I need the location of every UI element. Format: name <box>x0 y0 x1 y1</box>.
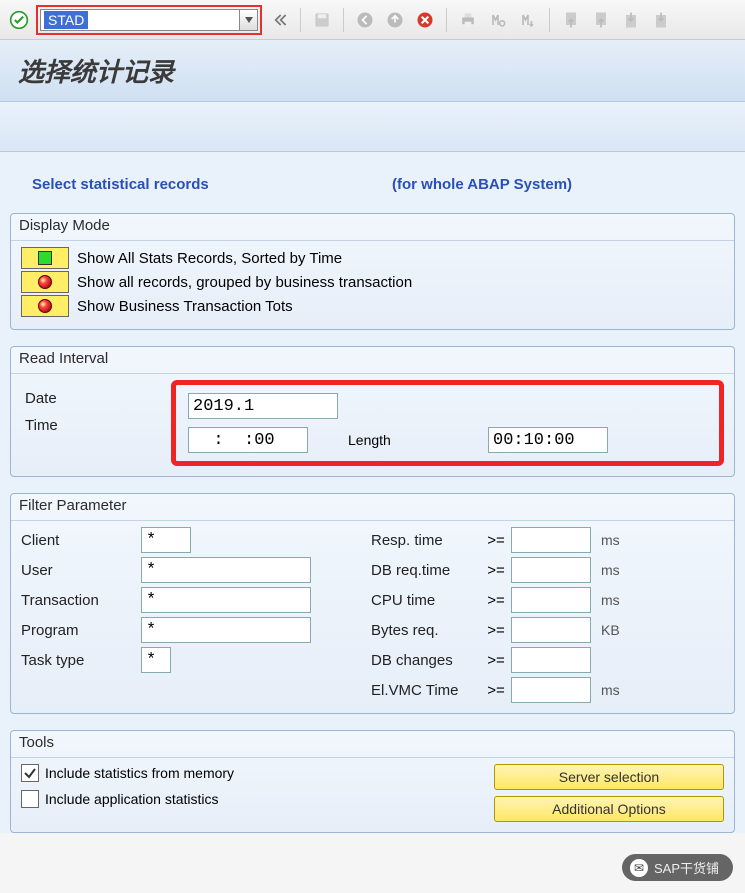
date-input[interactable] <box>188 393 338 419</box>
radio-icon-red <box>21 295 69 317</box>
filter-grid: Client Resp. time >= ms User DB req.time… <box>21 527 724 703</box>
bytesreq-unit: KB <box>601 622 631 638</box>
radio-icon-green <box>21 247 69 269</box>
last-page-button[interactable] <box>648 7 674 33</box>
user-input[interactable] <box>141 557 311 583</box>
wechat-icon: ✉ <box>630 859 648 877</box>
read-interval-group-2: Read Interval Date Time Length <box>10 346 735 477</box>
ge-operator: >= <box>481 682 511 699</box>
dbreqtime-input[interactable] <box>511 557 591 583</box>
cputime-input[interactable] <box>511 587 591 613</box>
filter-parameter-group: Filter Parameter Client Resp. time >= ms… <box>10 493 735 714</box>
watermark-text: SAP干货铺 <box>654 858 719 877</box>
read-interval-title: Read Interval <box>11 347 734 374</box>
cputime-label: CPU time <box>371 592 481 609</box>
program-label: Program <box>21 622 141 639</box>
display-mode-opt-3[interactable]: Show Business Transaction Tots <box>21 295 724 317</box>
tools-group: Tools Include statistics from memory Inc… <box>10 730 735 833</box>
tcode-dropdown-button[interactable] <box>240 9 258 31</box>
length-input[interactable] <box>488 427 608 453</box>
include-memory-label: Include statistics from memory <box>45 765 234 781</box>
back-button[interactable] <box>352 7 378 33</box>
toolbar-separator <box>549 8 550 32</box>
exit-button[interactable] <box>382 7 408 33</box>
tcode-field-highlight: STAD <box>36 5 262 35</box>
display-mode-group: Display Mode Show All Stats Records, Sor… <box>10 213 735 330</box>
filter-parameter-title: Filter Parameter <box>11 494 734 521</box>
print-button[interactable] <box>455 7 481 33</box>
subheader-bar <box>0 102 745 152</box>
additional-options-button[interactable]: Additional Options <box>494 796 724 822</box>
prev-page-button[interactable] <box>588 7 614 33</box>
find-button[interactable] <box>485 7 511 33</box>
cancel-button[interactable] <box>412 7 438 33</box>
page-title: 选择统计记录 <box>18 57 174 87</box>
display-mode-label: Show all records, grouped by business tr… <box>77 274 412 291</box>
read-interval-highlight: Length <box>171 380 724 466</box>
toolbar-separator <box>446 8 447 32</box>
user-label: User <box>21 562 141 579</box>
content-area: Select statistical records (for whole AB… <box>0 152 745 833</box>
client-input[interactable] <box>141 527 191 553</box>
radio-icon-red <box>21 271 69 293</box>
time-input[interactable] <box>188 427 308 453</box>
transaction-label: Transaction <box>21 592 141 609</box>
ge-operator: >= <box>481 592 511 609</box>
collapse-button[interactable] <box>266 7 292 33</box>
bytesreq-input[interactable] <box>511 617 591 643</box>
watermark: ✉ SAP干货铺 <box>622 854 733 881</box>
enter-button[interactable] <box>6 7 32 33</box>
display-mode-title: Display Mode <box>11 214 734 241</box>
include-appstats-checkbox[interactable] <box>21 790 39 808</box>
cputime-unit: ms <box>601 592 631 608</box>
ge-operator: >= <box>481 652 511 669</box>
toolbar-separator <box>343 8 344 32</box>
ge-operator: >= <box>481 562 511 579</box>
resptime-input[interactable] <box>511 527 591 553</box>
tasktype-input[interactable] <box>141 647 171 673</box>
dbchanges-label: DB changes <box>371 652 481 669</box>
dbchanges-input[interactable] <box>511 647 591 673</box>
display-mode-label: Show All Stats Records, Sorted by Time <box>77 250 342 267</box>
length-label: Length <box>348 432 448 448</box>
first-page-button[interactable] <box>558 7 584 33</box>
toolbar-separator <box>300 8 301 32</box>
heading-right: (for whole ABAP System) <box>392 176 572 193</box>
resptime-label: Resp. time <box>371 532 481 549</box>
screen-heading: Select statistical records (for whole AB… <box>10 152 735 213</box>
date-label: Date <box>21 390 151 407</box>
time-label: Time <box>21 417 151 434</box>
ge-operator: >= <box>481 622 511 639</box>
page-title-bar: 选择统计记录 <box>0 40 745 102</box>
display-mode-label: Show Business Transaction Tots <box>77 298 293 315</box>
bytesreq-label: Bytes req. <box>371 622 481 639</box>
ge-operator: >= <box>481 532 511 549</box>
tcode-input[interactable] <box>40 9 240 31</box>
dbreqtime-label: DB req.time <box>371 562 481 579</box>
tools-title: Tools <box>11 731 734 758</box>
tasktype-label: Task type <box>21 652 141 669</box>
elvmctime-input[interactable] <box>511 677 591 703</box>
transaction-input[interactable] <box>141 587 311 613</box>
server-selection-button[interactable]: Server selection <box>494 764 724 790</box>
resptime-unit: ms <box>601 532 631 548</box>
dbreqtime-unit: ms <box>601 562 631 578</box>
elvmctime-unit: ms <box>601 682 631 698</box>
save-button[interactable] <box>309 7 335 33</box>
next-page-button[interactable] <box>618 7 644 33</box>
include-appstats-label: Include application statistics <box>45 791 219 807</box>
display-mode-opt-2[interactable]: Show all records, grouped by business tr… <box>21 271 724 293</box>
elvmctime-label: El.VMC Time <box>371 682 481 699</box>
find-next-button[interactable] <box>515 7 541 33</box>
heading-left: Select statistical records <box>32 176 392 193</box>
main-toolbar: STAD <box>0 0 745 40</box>
include-memory-checkbox[interactable] <box>21 764 39 782</box>
program-input[interactable] <box>141 617 311 643</box>
client-label: Client <box>21 532 141 549</box>
display-mode-opt-1[interactable]: Show All Stats Records, Sorted by Time <box>21 247 724 269</box>
